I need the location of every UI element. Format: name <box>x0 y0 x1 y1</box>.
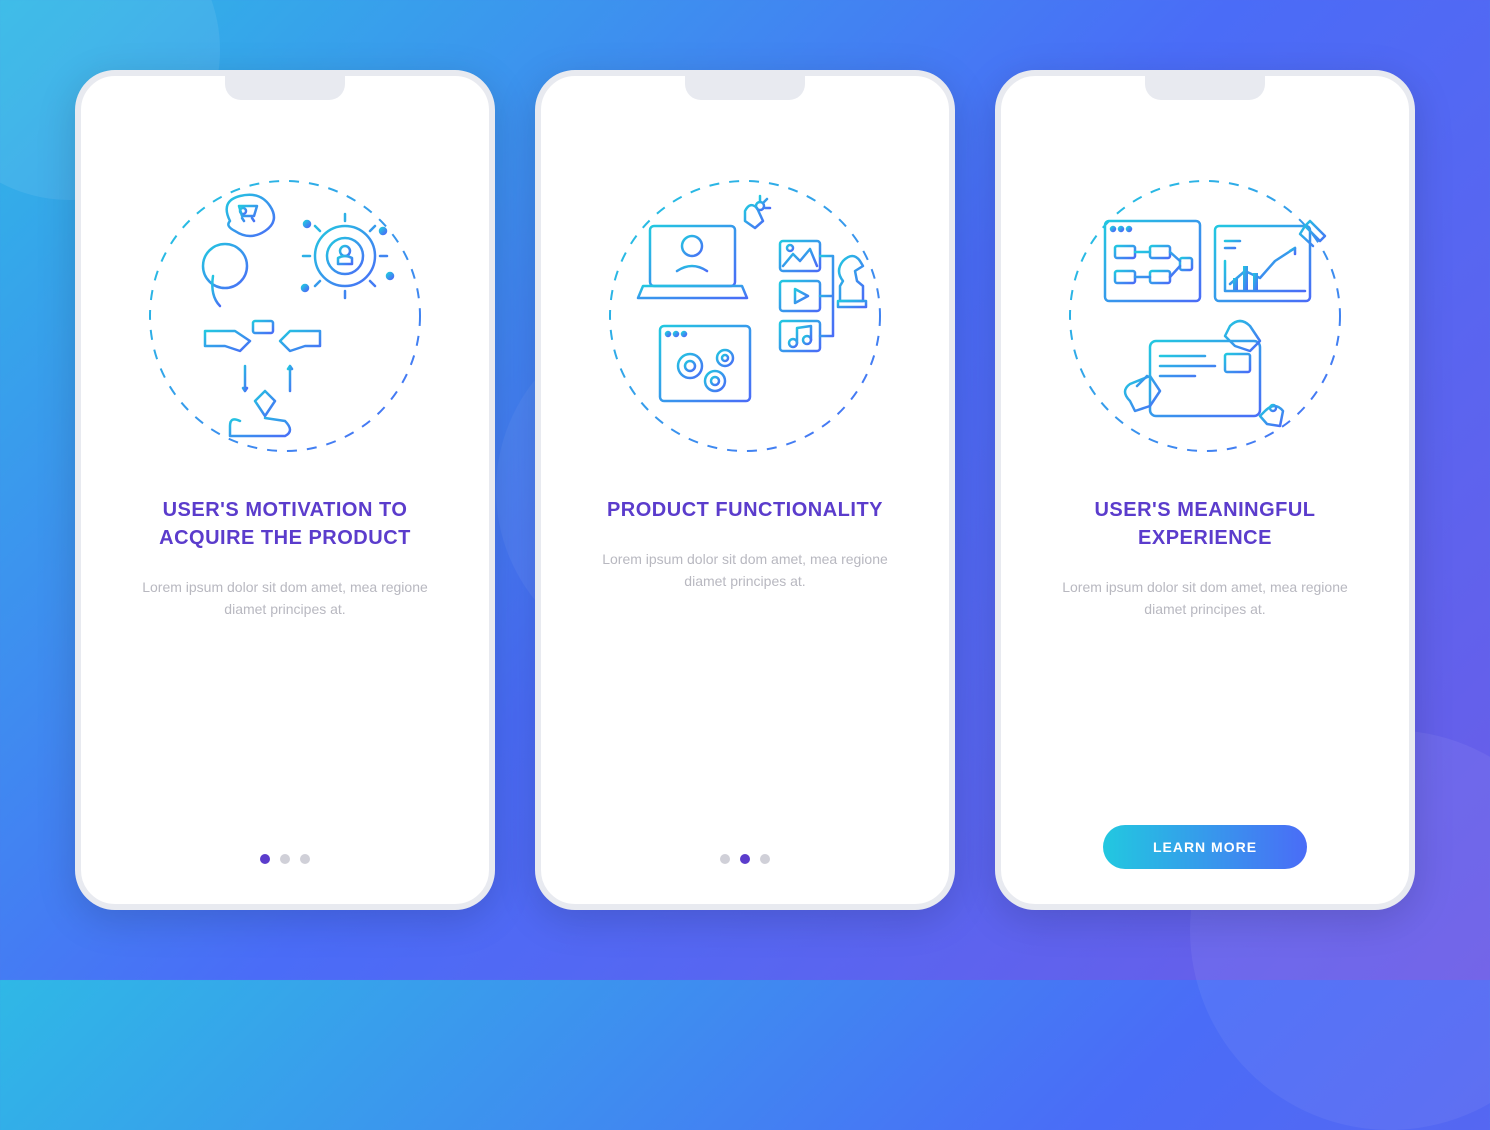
pagination-dots <box>260 854 310 864</box>
motivation-illustration <box>135 166 435 466</box>
learn-more-button[interactable]: LEARN MORE <box>1103 825 1307 869</box>
screen-body: Lorem ipsum dolor sit dom amet, mea regi… <box>595 548 895 593</box>
phone-notch <box>225 76 345 100</box>
screen-title: PRODUCT FUNCTIONALITY <box>607 496 883 524</box>
functionality-illustration <box>595 166 895 466</box>
screen-title: USER'S MOTIVATION TO ACQUIRE THE PRODUCT <box>145 496 425 552</box>
dot-2[interactable] <box>740 854 750 864</box>
phone-notch <box>685 76 805 100</box>
phone-notch <box>1145 76 1265 100</box>
onboarding-screen-2: PRODUCT FUNCTIONALITY Lorem ipsum dolor … <box>535 70 955 910</box>
screen-body: Lorem ipsum dolor sit dom amet, mea regi… <box>135 576 435 621</box>
dot-1[interactable] <box>260 854 270 864</box>
onboarding-screen-3: USER'S MEANINGFUL EXPERIENCE Lorem ipsum… <box>995 70 1415 910</box>
dot-3[interactable] <box>760 854 770 864</box>
onboarding-screen-1: USER'S MOTIVATION TO ACQUIRE THE PRODUCT… <box>75 70 495 910</box>
experience-illustration <box>1055 166 1355 466</box>
screen-title: USER'S MEANINGFUL EXPERIENCE <box>1065 496 1345 552</box>
dot-3[interactable] <box>300 854 310 864</box>
screen-body: Lorem ipsum dolor sit dom amet, mea regi… <box>1055 576 1355 621</box>
dot-1[interactable] <box>720 854 730 864</box>
pagination-dots <box>720 854 770 864</box>
dot-2[interactable] <box>280 854 290 864</box>
